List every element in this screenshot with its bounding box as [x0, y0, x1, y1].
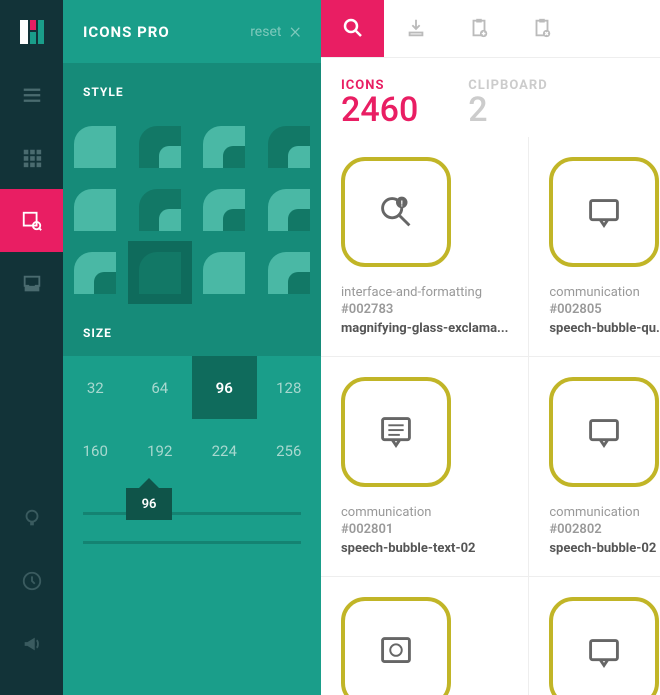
clipboard-add-button[interactable]	[447, 0, 510, 57]
icon-name: speech-bubble-qu...	[549, 321, 660, 336]
style-section-label: STYLE	[63, 63, 321, 115]
nav-rail	[0, 0, 63, 695]
style-option[interactable]	[63, 241, 128, 304]
style-option[interactable]	[128, 178, 193, 241]
close-icon: ×	[289, 19, 301, 44]
tab-icons[interactable]: ICONS 2460	[341, 78, 418, 127]
size-slider[interactable]: 96	[63, 482, 321, 564]
nav-idea-icon[interactable]	[0, 486, 63, 549]
size-grid: 326496128 160192224256	[63, 356, 321, 482]
tab-clipboard[interactable]: CLIPBOARD 2	[468, 78, 547, 127]
app-logo[interactable]	[0, 0, 63, 63]
panel-title: ICONS PRO	[83, 23, 170, 41]
icon-card[interactable]: ! interface-and-formatting #002783 magnifyi…	[321, 137, 529, 357]
icon-name: speech-bubble-02	[549, 541, 660, 556]
content-area: ICONS 2460 CLIPBOARD 2 ! interface-and-fo…	[321, 0, 660, 695]
icon-preview	[341, 597, 451, 695]
icon-id: #002801	[341, 522, 508, 537]
icon-preview	[341, 377, 451, 487]
nav-inbox[interactable]	[0, 252, 63, 315]
icon-preview	[549, 157, 659, 267]
icon-category: interface-and-formatting	[341, 285, 508, 300]
icon-preview	[549, 377, 659, 487]
style-option[interactable]	[257, 241, 322, 304]
style-option[interactable]	[128, 115, 193, 178]
reset-label: reset	[250, 24, 281, 40]
icon-id: #002805	[549, 302, 660, 317]
tabs: ICONS 2460 CLIPBOARD 2	[321, 58, 660, 137]
size-option[interactable]: 224	[192, 419, 257, 482]
size-section-label: SIZE	[63, 304, 321, 356]
icon-card[interactable]	[529, 577, 660, 695]
size-option[interactable]: 256	[257, 419, 322, 482]
clipboard-remove-button[interactable]	[510, 0, 573, 57]
icon-category: communication	[341, 505, 508, 520]
style-option[interactable]	[192, 241, 257, 304]
icon-id: #002802	[549, 522, 660, 537]
style-grid	[63, 115, 321, 304]
search-button[interactable]	[321, 0, 384, 57]
nav-menu[interactable]	[0, 63, 63, 126]
size-option[interactable]: 160	[63, 419, 128, 482]
download-button[interactable]	[384, 0, 447, 57]
size-option[interactable]: 64	[128, 356, 193, 419]
style-option[interactable]	[63, 115, 128, 178]
style-option[interactable]	[192, 178, 257, 241]
icon-category: communication	[549, 285, 660, 300]
icon-category: communication	[549, 505, 660, 520]
nav-clock-icon[interactable]	[0, 549, 63, 612]
style-option[interactable]	[192, 115, 257, 178]
icon-name: magnifying-glass-exclama...	[341, 321, 508, 336]
filter-panel: ICONS PRO reset × STYLE SIZE 32649612816…	[63, 0, 321, 695]
nav-megaphone-icon[interactable]	[0, 612, 63, 675]
size-option[interactable]: 128	[257, 356, 322, 419]
size-option[interactable]: 32	[63, 356, 128, 419]
icon-card[interactable]: communication #002801 speech-bubble-text-0…	[321, 357, 529, 577]
icon-grid: ! interface-and-formatting #002783 magnifyi…	[321, 137, 660, 695]
style-option[interactable]	[63, 178, 128, 241]
svg-text:!: !	[401, 199, 403, 209]
slider-handle[interactable]: 96	[126, 488, 172, 520]
size-option[interactable]: 192	[128, 419, 193, 482]
icon-id: #002783	[341, 302, 508, 317]
reset-button[interactable]: reset ×	[250, 19, 301, 44]
icon-preview	[549, 597, 659, 695]
icon-preview: !	[341, 157, 451, 267]
icon-card[interactable]	[321, 577, 529, 695]
style-option[interactable]	[257, 115, 322, 178]
style-option[interactable]	[128, 241, 193, 304]
nav-grid[interactable]	[0, 126, 63, 189]
nav-icons[interactable]	[0, 189, 63, 252]
style-option[interactable]	[257, 178, 322, 241]
icon-card[interactable]: communication #002805 speech-bubble-qu...	[529, 137, 660, 357]
toolbar	[321, 0, 660, 58]
icon-name: speech-bubble-text-02	[341, 541, 508, 556]
icon-card[interactable]: communication #002802 speech-bubble-02	[529, 357, 660, 577]
size-option[interactable]: 96	[192, 356, 257, 419]
